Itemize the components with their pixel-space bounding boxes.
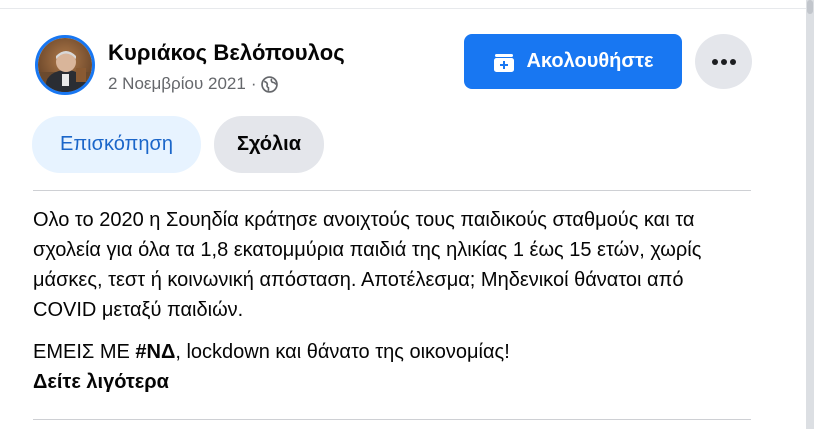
tab-overview[interactable]: Επισκόπηση <box>32 116 201 173</box>
scrollbar-thumb[interactable] <box>807 0 813 14</box>
more-options-button[interactable] <box>695 34 752 89</box>
avatar-photo <box>38 38 92 92</box>
top-border <box>0 8 806 9</box>
post-meta: 2 Νοεμβρίου 2021 · <box>108 74 279 94</box>
post-paragraph-2: ΕΜΕΙΣ ΜΕ #ΝΔ, lockdown και θάνατο της οι… <box>33 337 733 367</box>
follow-page-icon <box>492 50 516 74</box>
more-options-icon <box>711 53 737 71</box>
follow-label: Ακολουθήστε <box>526 50 654 72</box>
meta-separator: · <box>250 74 257 93</box>
hashtag-link[interactable]: #ΝΔ <box>135 341 175 363</box>
divider-bottom <box>33 419 751 420</box>
author-name[interactable]: Κυριάκος Βελόπουλος <box>108 40 345 66</box>
post-paragraph: Ολο το 2020 η Σουηδία κράτησε ανοιχτούς … <box>33 209 702 321</box>
post-date[interactable]: 2 Νοεμβρίου 2021 <box>108 74 246 94</box>
tab-comments[interactable]: Σχόλια <box>214 116 324 173</box>
post-text: Ολο το 2020 η Σουηδία κράτησε ανοιχτούς … <box>33 205 733 397</box>
author-avatar[interactable] <box>35 35 95 95</box>
paragraph-suffix: , lockdown και θάνατο της οικονομίας! <box>175 341 510 363</box>
divider <box>33 190 751 191</box>
scrollbar[interactable] <box>806 0 814 429</box>
globe-icon <box>261 75 279 93</box>
follow-button[interactable]: Ακολουθήστε <box>464 34 682 89</box>
paragraph-prefix: ΕΜΕΙΣ ΜΕ <box>33 341 136 363</box>
see-less-button[interactable]: Δείτε λιγότερα <box>33 367 169 397</box>
